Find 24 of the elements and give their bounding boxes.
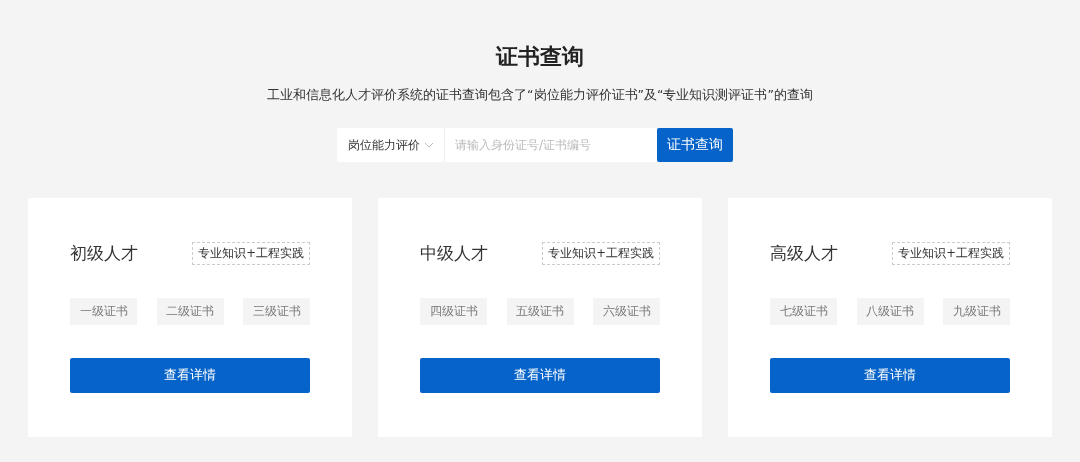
certificate-chip[interactable]: 一级证书: [70, 298, 137, 325]
card-title: 中级人才: [420, 242, 488, 265]
card-tag: 专业知识+工程实践: [892, 242, 1010, 265]
page-title: 证书查询: [496, 43, 584, 71]
certificate-chip[interactable]: 六级证书: [593, 298, 660, 325]
details-button[interactable]: 查看详情: [420, 358, 660, 393]
certificate-chip[interactable]: 二级证书: [156, 298, 224, 325]
card-title: 高级人才: [770, 242, 838, 265]
page-subtitle: 工业和信息化人才评价系统的证书查询包含了“岗位能力评价证书”及“专业知识测评证书”的查询: [267, 86, 813, 104]
certificate-chip[interactable]: 七级证书: [770, 298, 837, 325]
chevron-down-icon: [423, 142, 434, 148]
card-tag: 专业知识+工程实践: [542, 242, 660, 265]
card-tag: 专业知识+工程实践: [192, 242, 310, 265]
certificate-chip[interactable]: 五级证书: [506, 298, 574, 325]
certificate-chip[interactable]: 八级证书: [856, 298, 924, 325]
certificate-chip[interactable]: 三级证书: [243, 298, 310, 325]
search-button[interactable]: 证书查询: [657, 128, 733, 162]
details-button[interactable]: 查看详情: [70, 358, 310, 393]
search-field[interactable]: 请输入身份证号/证书编号: [445, 128, 657, 162]
certificate-chip[interactable]: 九级证书: [943, 298, 1010, 325]
card-title: 初级人才: [70, 242, 138, 265]
certificate-chip[interactable]: 四级证书: [420, 298, 487, 325]
type-dropdown[interactable]: 岗位能力评价: [337, 128, 445, 162]
details-button[interactable]: 查看详情: [770, 358, 1010, 393]
